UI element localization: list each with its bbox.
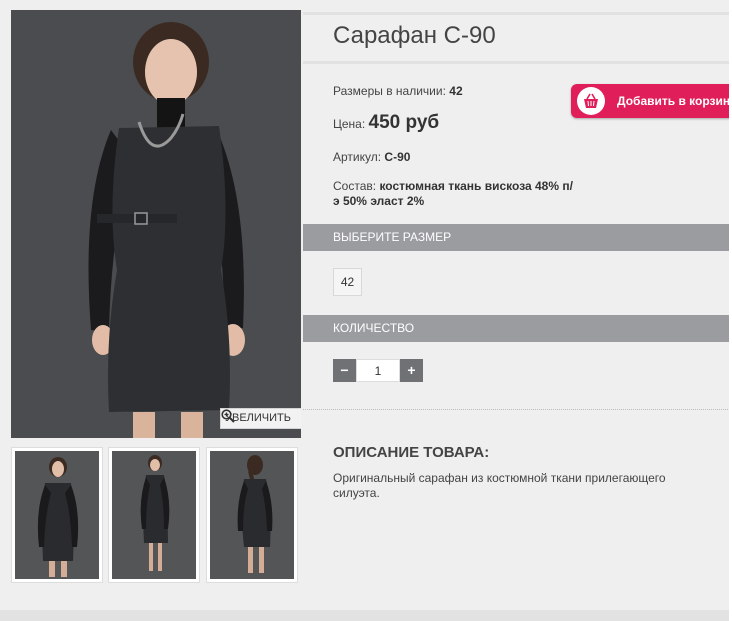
quantity-increase-button[interactable]: + xyxy=(400,359,423,382)
thumbnail-image xyxy=(37,457,79,577)
add-to-cart-label: Добавить в корзину xyxy=(617,94,732,108)
description-text: Оригинальный сарафан из костюмной ткани … xyxy=(333,471,666,500)
zoom-button[interactable]: УВЕЛИЧИТЬ xyxy=(220,408,301,429)
sku: Артикул: С-90 xyxy=(333,150,410,164)
divider xyxy=(303,409,732,410)
sizes-available: Размеры в наличии: 42 xyxy=(333,84,463,98)
quantity-decrease-button[interactable]: − xyxy=(333,359,356,382)
thumbnail-image xyxy=(140,455,170,571)
sizes-value: 42 xyxy=(449,84,463,98)
bottom-divider xyxy=(0,610,732,621)
price: Цена: 450 руб xyxy=(333,112,439,134)
magnifier-plus-icon xyxy=(221,409,235,423)
sku-label: Артикул: xyxy=(333,150,382,164)
thumbnail-side[interactable] xyxy=(108,447,200,583)
thumbnail-image xyxy=(237,455,273,573)
product-title: Сарафан С-90 xyxy=(333,22,496,49)
description-title: ОПИСАНИЕ ТОВАРА: xyxy=(333,444,490,461)
composition: Состав: костюмная ткань вискоза 48% п/э … xyxy=(333,179,573,209)
main-product-photo[interactable]: УВЕЛИЧИТЬ xyxy=(11,10,301,438)
quantity-input[interactable] xyxy=(356,359,400,382)
add-to-cart-button[interactable]: Добавить в корзину xyxy=(571,84,732,118)
size-section-header: ВЫБЕРИТЕ РАЗМЕР xyxy=(303,224,732,251)
quantity-section-header: КОЛИЧЕСТВО xyxy=(303,315,732,342)
composition-label: Состав: xyxy=(333,179,377,193)
basket-icon-circle xyxy=(577,87,605,115)
thumbnail-front[interactable] xyxy=(11,447,103,583)
price-label: Цена: xyxy=(333,117,366,131)
sizes-label: Размеры в наличии: xyxy=(333,84,446,98)
model-illustration xyxy=(11,10,301,438)
sku-value: С-90 xyxy=(384,150,411,164)
basket-icon xyxy=(584,93,598,108)
size-option-42[interactable]: 42 xyxy=(333,268,362,296)
thumbnail-back[interactable] xyxy=(206,447,298,583)
price-value: 450 руб xyxy=(368,112,440,133)
